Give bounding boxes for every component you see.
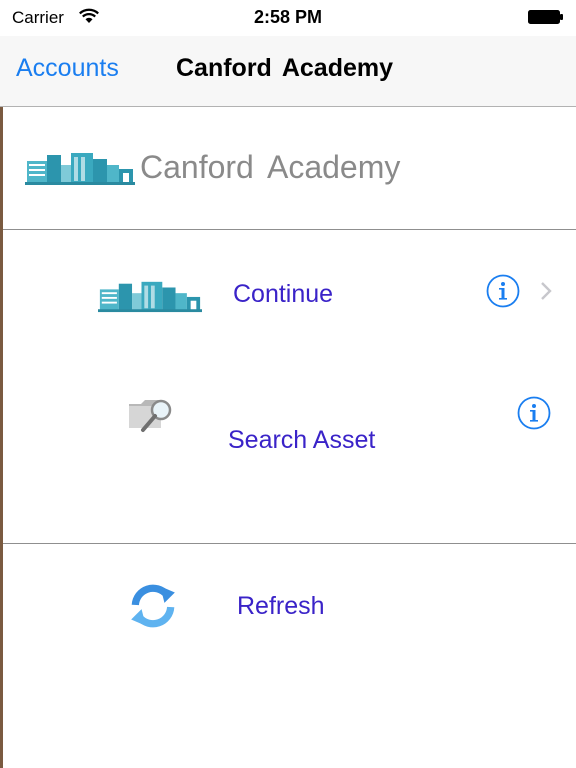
continue-row[interactable]: Continue xyxy=(3,230,576,360)
refresh-label: Refresh xyxy=(237,592,325,620)
chevron-right-icon xyxy=(541,282,552,300)
navigation-bar: Accounts Canford Academy xyxy=(0,36,576,107)
status-time: 2:58 PM xyxy=(253,7,323,27)
header-title: Canford Academy xyxy=(140,149,401,185)
continue-label: Continue xyxy=(233,280,334,308)
folder-search-icon xyxy=(129,399,172,432)
refresh-row[interactable]: Refresh xyxy=(3,544,576,694)
info-icon[interactable] xyxy=(517,396,551,430)
accounts-back-button[interactable]: Accounts xyxy=(16,54,119,83)
status-bar: Carrier 2:58 PM xyxy=(0,0,576,36)
school-building-icon xyxy=(98,281,202,313)
nav-title: Canford Academy xyxy=(176,54,394,82)
school-header: Canford Academy xyxy=(3,107,576,230)
school-building-icon xyxy=(25,153,135,185)
info-icon[interactable] xyxy=(486,274,520,308)
battery-icon xyxy=(528,10,563,24)
search-asset-label: Search Asset xyxy=(228,426,376,454)
app-screen: Carrier 2:58 PM Accounts Canford Academy xyxy=(0,0,576,768)
refresh-icon xyxy=(131,584,175,628)
search-asset-row[interactable]: Search Asset xyxy=(3,360,576,542)
